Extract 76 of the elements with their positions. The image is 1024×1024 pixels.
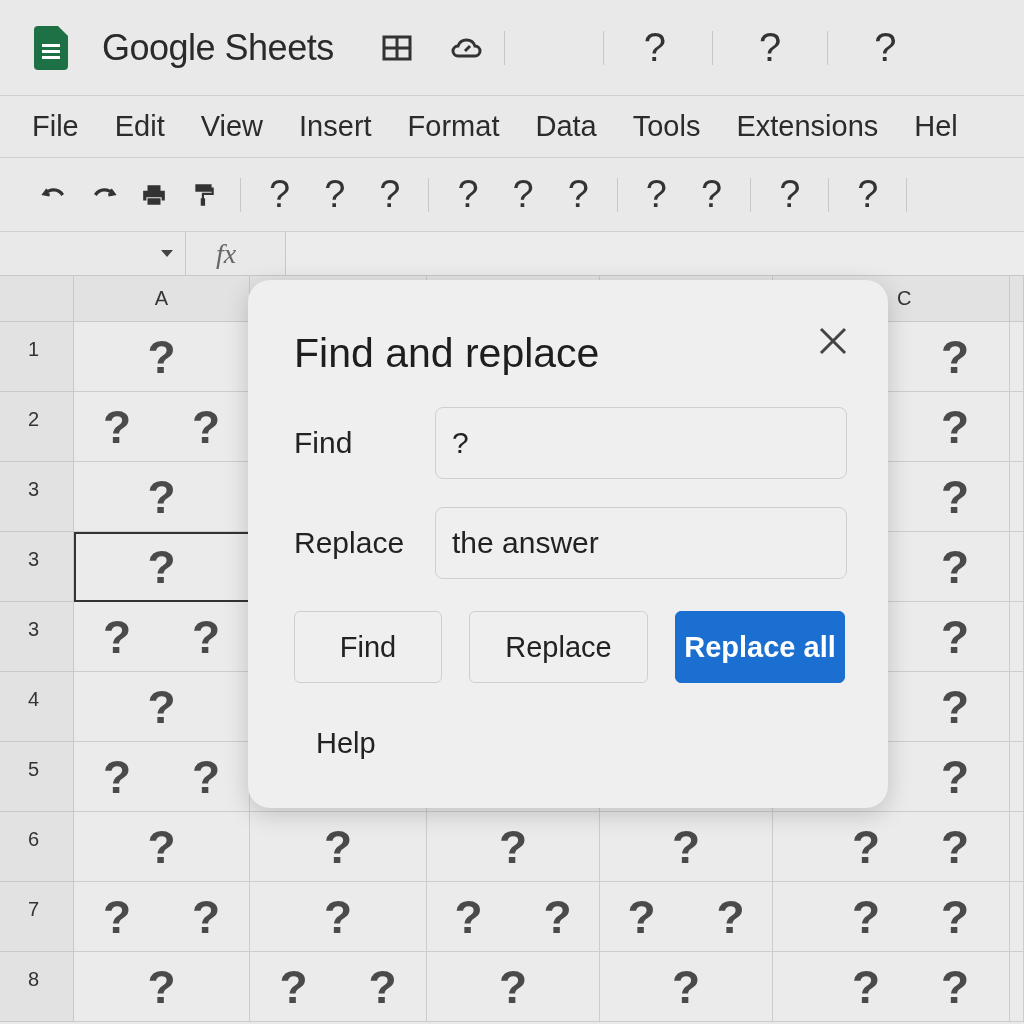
table-cell[interactable] xyxy=(1010,532,1024,602)
row-header[interactable]: 5 xyxy=(0,742,74,812)
toolbar-button[interactable]: ? xyxy=(451,173,485,216)
menu-item[interactable]: File xyxy=(32,110,79,143)
menu-item[interactable]: View xyxy=(200,110,264,143)
header-button[interactable]: ? xyxy=(866,25,905,70)
table-cell[interactable]: ? xyxy=(250,882,427,952)
menu-item[interactable]: Insert xyxy=(299,110,372,143)
table-cell[interactable]: ? xyxy=(600,812,773,882)
table-cell[interactable] xyxy=(1010,322,1024,392)
table-cell[interactable] xyxy=(1010,882,1024,952)
table-cell[interactable] xyxy=(1010,462,1024,532)
menu-item[interactable]: Tools xyxy=(632,110,701,143)
menu-item[interactable]: Data xyxy=(535,110,597,143)
table-cell[interactable] xyxy=(1010,392,1024,462)
table-cell[interactable]: ? ? xyxy=(427,882,600,952)
row-header[interactable]: 6 xyxy=(0,812,74,882)
toolbar-button[interactable]: ? xyxy=(851,173,885,216)
toolbar-button[interactable]: ? xyxy=(773,173,807,216)
table-cell[interactable]: ? xyxy=(427,812,600,882)
row-header[interactable]: 3 xyxy=(0,462,74,532)
toolbar-button[interactable]: ? xyxy=(373,173,407,216)
menu-item[interactable]: Format xyxy=(407,110,500,143)
toolbar-button[interactable]: ? xyxy=(506,173,540,216)
field-label: Replace xyxy=(294,526,406,560)
dialog-title: Find and replace xyxy=(294,330,600,377)
row-header[interactable]: 8 xyxy=(0,952,74,1022)
toolbar-button[interactable]: ? xyxy=(263,173,297,216)
table-cell[interactable]: ? ? xyxy=(250,952,427,1022)
table-cell[interactable]: ? xyxy=(427,952,600,1022)
header-button[interactable]: ? xyxy=(750,25,790,70)
header-button[interactable]: ? xyxy=(635,25,674,70)
table-cell[interactable] xyxy=(1010,812,1024,882)
table-cell[interactable]: ? xyxy=(600,952,773,1022)
selected-cell[interactable]: ? xyxy=(74,532,250,602)
spreadsheet-logo-icon xyxy=(34,25,68,70)
table-cell[interactable]: ? ? xyxy=(773,812,1010,882)
input-field[interactable]: the answer xyxy=(435,507,847,579)
toolbar-button[interactable]: ? xyxy=(639,173,673,216)
help-link[interactable]: Help xyxy=(316,727,376,760)
row-header[interactable]: 7 xyxy=(0,882,74,952)
table-cell[interactable]: ? ? xyxy=(600,882,773,952)
table-cell[interactable] xyxy=(1010,952,1024,1022)
table-cell[interactable]: ? xyxy=(74,952,250,1022)
table-cell[interactable] xyxy=(1010,602,1024,672)
dropdown-caret-icon xyxy=(161,250,173,257)
close-icon[interactable] xyxy=(818,326,848,356)
select-all-corner[interactable] xyxy=(0,276,74,322)
grid-icon[interactable] xyxy=(381,34,412,61)
replace-all-button[interactable]: Replace all xyxy=(675,611,845,683)
table-cell[interactable]: ? ? xyxy=(773,952,1010,1022)
app-title: Google Sheets xyxy=(102,26,334,69)
table-cell[interactable] xyxy=(1010,742,1024,812)
cloud-icon[interactable] xyxy=(449,36,482,59)
input-field[interactable]: ? xyxy=(435,407,847,479)
toolbar-button[interactable]: ? xyxy=(318,173,352,216)
row-header[interactable]: 3 xyxy=(0,532,74,602)
table-cell[interactable]: ? ? xyxy=(773,882,1010,952)
column-header[interactable] xyxy=(1010,276,1024,322)
menu-item[interactable]: Edit xyxy=(114,110,165,143)
toolbar-button[interactable]: ? xyxy=(561,173,595,216)
table-cell[interactable]: ? ? xyxy=(74,882,250,952)
table-cell[interactable]: ? xyxy=(250,812,427,882)
toolbar-button[interactable]: ? xyxy=(695,173,729,216)
table-cell[interactable] xyxy=(1010,672,1024,742)
dialog-button[interactable]: Find xyxy=(294,611,442,683)
menu-item[interactable]: Extensions xyxy=(736,110,879,143)
table-cell[interactable]: ? xyxy=(74,812,250,882)
menu-item[interactable]: Hel xyxy=(914,110,958,143)
column-header[interactable]: A xyxy=(74,276,250,322)
field-label: Find xyxy=(294,426,354,460)
row-header[interactable]: 4 xyxy=(0,672,74,742)
row-header[interactable]: 2 xyxy=(0,392,74,462)
row-header[interactable]: 1 xyxy=(0,322,74,392)
dialog-button[interactable]: Replace xyxy=(469,611,648,683)
row-header[interactable]: 3 xyxy=(0,602,74,672)
